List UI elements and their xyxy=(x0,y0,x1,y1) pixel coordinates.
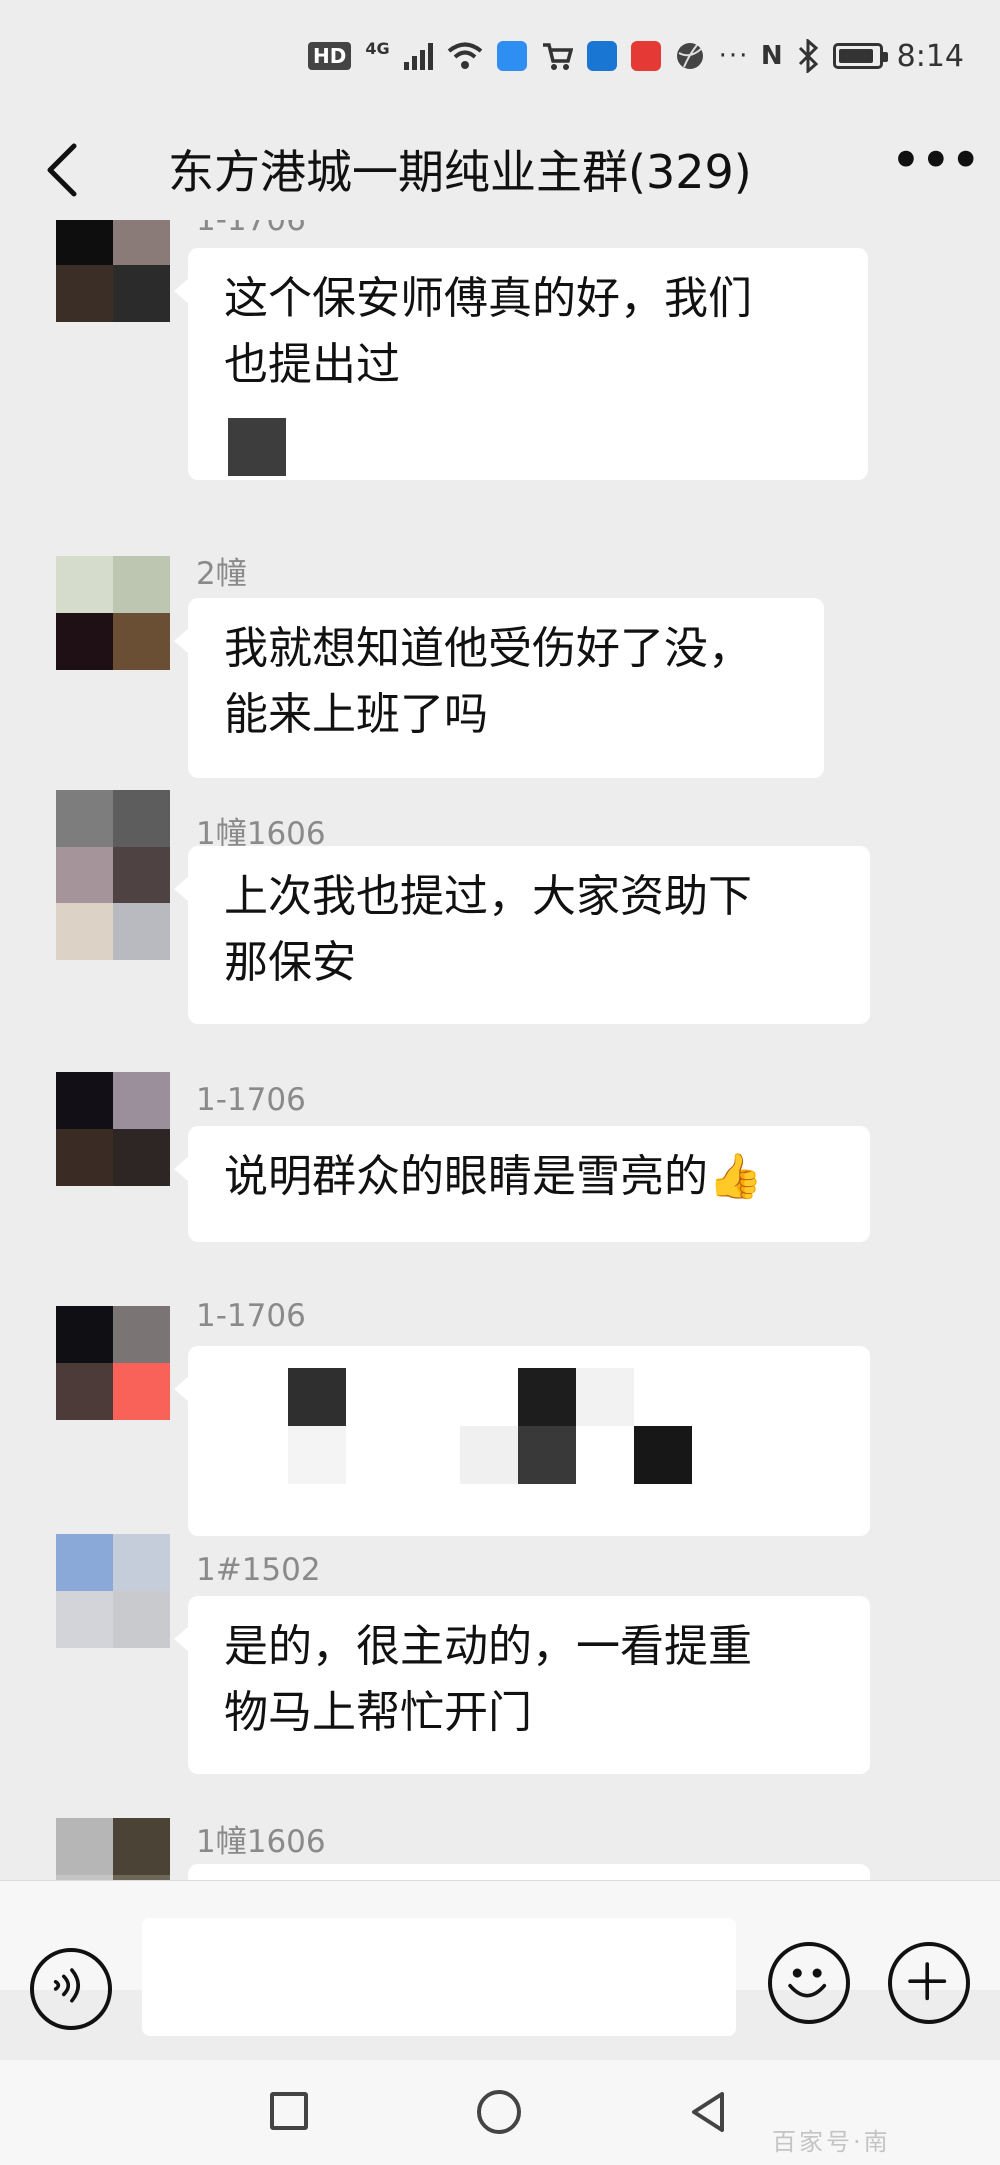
system-back-button[interactable] xyxy=(684,2088,732,2136)
more-options-button[interactable]: ••• xyxy=(890,134,982,206)
message-list[interactable]: 1-1706 这个保安师傅真的好，我们 也提出过 2幢 我就想知道他受伤好了没，… xyxy=(0,220,1000,1880)
status-right: N 8:14 xyxy=(761,36,964,76)
pixelated-block xyxy=(288,1426,346,1484)
avatar[interactable] xyxy=(56,790,170,960)
message-bubble[interactable]: 我就想知道他受伤好了没， 能来上班了吗 xyxy=(174,598,824,778)
avatar[interactable] xyxy=(56,1818,170,1880)
message-bubble[interactable] xyxy=(174,1346,870,1536)
avatar[interactable] xyxy=(56,1534,170,1648)
hd-icon: HD xyxy=(308,42,352,70)
watermark: 百家号·南 xyxy=(772,2128,891,2156)
pixelated-block xyxy=(634,1426,692,1484)
recent-apps-button[interactable] xyxy=(270,2092,308,2130)
avatar[interactable] xyxy=(56,220,170,322)
triangle-back-icon xyxy=(692,2092,724,2132)
pixelated-block xyxy=(288,1368,346,1426)
bulb-app-icon xyxy=(496,41,527,71)
sender-name: 1-1706 xyxy=(196,1298,306,1334)
avatar[interactable] xyxy=(56,1072,170,1186)
pixelated-block xyxy=(518,1368,576,1426)
chat-title[interactable]: 东方港城一期纯业主群(329) xyxy=(168,136,752,202)
message-bubble[interactable]: 上次我也提过，大家资助下 那保安 xyxy=(174,846,870,1024)
message-bubble[interactable]: 说明群众的眼睛是雪亮的👍 xyxy=(174,1126,870,1242)
clock: 8:14 xyxy=(896,38,964,74)
message-text: 也提出过 xyxy=(224,339,400,390)
status-icons: HD 4G ··· xyxy=(308,36,749,76)
smiley-icon xyxy=(788,1968,827,1998)
ball-app-icon xyxy=(676,43,703,69)
sender-name: 2幢 xyxy=(196,556,247,592)
more-functions-button[interactable] xyxy=(888,1942,970,2024)
sender-name: 1-1706 xyxy=(196,1082,306,1118)
message-text: 物马上帮忙开门 xyxy=(224,1687,532,1738)
emoji-button[interactable] xyxy=(768,1942,850,2024)
back-button[interactable] xyxy=(30,130,100,210)
pixelated-block xyxy=(228,418,286,476)
pixelated-block xyxy=(518,1426,576,1484)
nfc-icon: N xyxy=(760,41,783,71)
message-text: 我就想知道他受伤好了没， xyxy=(224,623,752,674)
sender-name: 1#1502 xyxy=(196,1552,321,1588)
battery-icon xyxy=(832,43,888,69)
sender-name: 1-1706 xyxy=(196,220,306,238)
avatar[interactable] xyxy=(56,556,170,670)
blue-app-icon xyxy=(586,41,617,71)
pixelated-block xyxy=(576,1368,634,1426)
message-text: 能来上班了吗 xyxy=(224,689,488,740)
more-notifications-icon: ··· xyxy=(718,41,750,71)
status-bar: HD 4G ··· N 8:14 xyxy=(0,0,1000,110)
voice-input-button[interactable] xyxy=(30,1948,112,2030)
thumbs-up-emoji-icon: 👍 xyxy=(708,1151,763,1202)
home-button[interactable] xyxy=(477,2090,521,2134)
message-text: 是的，很主动的，一看提重 xyxy=(224,1621,752,1672)
message-bubble[interactable]: 是的，很主动的，一看提重 物马上帮忙开门 xyxy=(174,1596,870,1774)
cart-app-icon xyxy=(542,43,573,70)
battery-level xyxy=(838,49,873,63)
chevron-left-icon xyxy=(47,143,77,197)
avatar[interactable] xyxy=(56,1306,170,1420)
pixelated-block xyxy=(460,1426,518,1484)
voice-wave-icon xyxy=(53,1968,81,2003)
sender-name: 1幢1606 xyxy=(196,1824,326,1860)
wifi-icon xyxy=(447,42,482,69)
plus-icon xyxy=(908,1962,947,2001)
message-input[interactable] xyxy=(142,1918,736,2036)
message-text: 上次我也提过，大家资助下 xyxy=(224,871,752,922)
message-text: 这个保安师傅真的好，我们 xyxy=(224,273,752,324)
network-type: 4G xyxy=(365,38,390,58)
message-text: 说明群众的眼睛是雪亮的 xyxy=(224,1151,708,1202)
message-bubble[interactable] xyxy=(188,1864,870,1880)
message-text: 那保安 xyxy=(224,937,356,988)
chat-header: 东方港城一期纯业主群(329) ••• xyxy=(0,110,1000,230)
red-app-icon xyxy=(630,41,661,71)
bluetooth-icon xyxy=(798,39,818,73)
message-bubble[interactable]: 这个保安师傅真的好，我们 也提出过 xyxy=(174,248,868,480)
signal-icon xyxy=(403,42,433,70)
